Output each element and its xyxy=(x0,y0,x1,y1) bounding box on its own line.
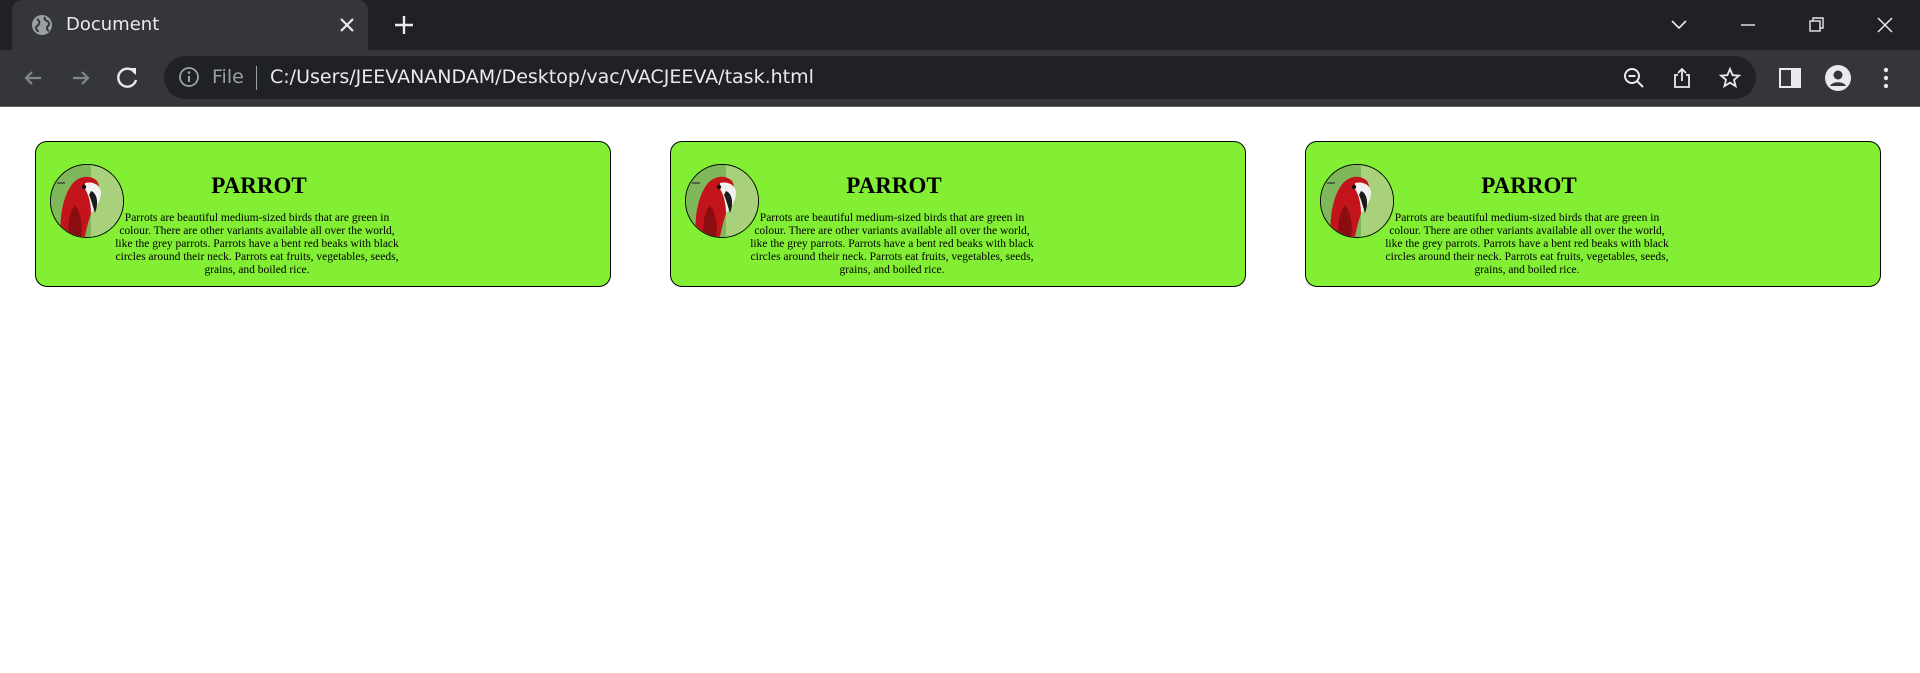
scheme-label: File xyxy=(212,66,244,88)
side-panel-icon[interactable] xyxy=(1776,64,1804,92)
forward-arrow-icon[interactable] xyxy=(67,64,95,92)
profile-icon[interactable] xyxy=(1824,64,1852,92)
address-divider xyxy=(256,66,257,90)
back-arrow-icon[interactable] xyxy=(19,64,47,92)
card-heading: PARROT xyxy=(211,173,307,198)
chevron-down-icon[interactable] xyxy=(1664,10,1694,40)
page-content: PARROT Parrots are beautiful medium-size… xyxy=(0,107,1920,673)
card-heading: PARROT xyxy=(846,173,942,198)
minimize-icon[interactable] xyxy=(1733,10,1763,40)
tab-title: Document xyxy=(66,14,160,35)
address-bar[interactable]: File C:/Users/JEEVANANDAM/Desktop/vac/VA… xyxy=(164,56,1756,99)
star-icon[interactable] xyxy=(1718,66,1742,90)
tab-document[interactable]: Document xyxy=(12,0,368,50)
url-text[interactable]: C:/Users/JEEVANANDAM/Desktop/vac/VACJEEV… xyxy=(270,66,814,88)
restore-icon[interactable] xyxy=(1801,10,1831,40)
kebab-menu-icon[interactable] xyxy=(1872,64,1900,92)
parrot-card: PARROT Parrots are beautiful medium-size… xyxy=(1305,141,1881,287)
globe-icon xyxy=(32,15,52,35)
tab-strip: Document xyxy=(0,0,1920,50)
plus-icon[interactable] xyxy=(392,13,416,37)
card-description: Parrots are beautiful medium-sized birds… xyxy=(1385,212,1669,276)
reload-icon[interactable] xyxy=(114,64,142,92)
parrot-card: PARROT Parrots are beautiful medium-size… xyxy=(35,141,611,287)
toolbar: File C:/Users/JEEVANANDAM/Desktop/vac/VA… xyxy=(0,50,1920,107)
parrot-card: PARROT Parrots are beautiful medium-size… xyxy=(670,141,1246,287)
zoom-out-icon[interactable] xyxy=(1622,66,1646,90)
window-close-icon[interactable] xyxy=(1870,10,1900,40)
share-icon[interactable] xyxy=(1670,66,1694,90)
close-icon[interactable] xyxy=(338,16,356,34)
card-description: Parrots are beautiful medium-sized birds… xyxy=(750,212,1034,276)
card-description: Parrots are beautiful medium-sized birds… xyxy=(115,212,399,276)
card-heading: PARROT xyxy=(1481,173,1577,198)
info-icon[interactable] xyxy=(178,66,200,88)
